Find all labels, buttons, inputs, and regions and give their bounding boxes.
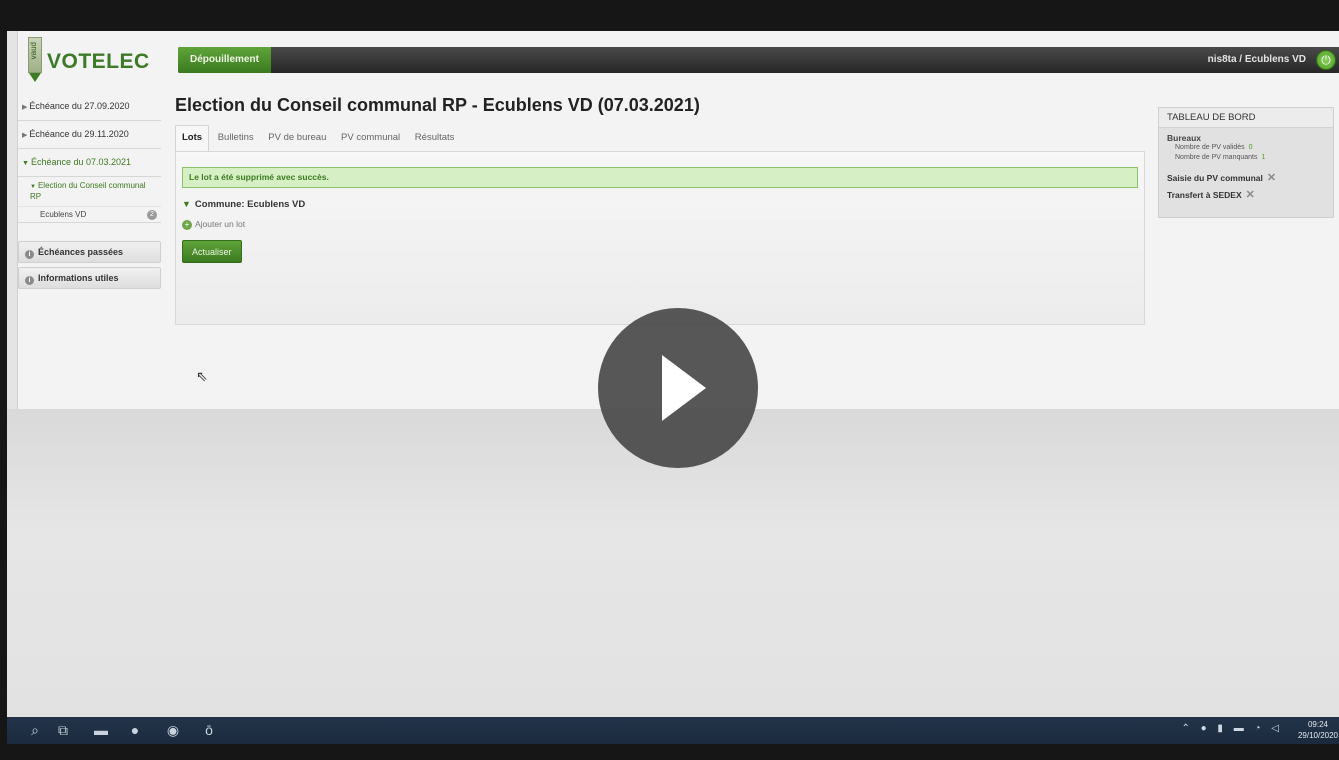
sidebar-subitem-label: Election du Conseil communal RP: [30, 181, 146, 201]
sidebar: ▶ Échéance du 27.09.2020 ▶ Échéance du 29.…: [18, 93, 161, 289]
user-info: nis8ta / Ecublens VD: [1207, 54, 1306, 65]
chevron-down-icon: ▼: [30, 184, 36, 190]
app-shield-icon[interactable]: ◉: [165, 722, 181, 739]
task-view-icon[interactable]: ⧉: [55, 722, 71, 739]
tab-lots[interactable]: Lots: [175, 125, 210, 151]
success-message: Le lot a été supprimé avec succès.: [182, 167, 1138, 188]
sidebar-item-label: Échéance du 07.03.2021: [30, 157, 132, 167]
vaud-logo-strip: vaud: [28, 37, 42, 73]
dashboard-row-valides: Nombre de PV validés 0: [1175, 143, 1333, 153]
taskbar-clock[interactable]: 09:24 29/10/2020: [1298, 719, 1338, 741]
dashboard-title: TABLEAU DE BORD: [1159, 108, 1333, 128]
dashboard-row-value: 0: [1248, 144, 1253, 151]
chevron-right-icon: ▶: [22, 132, 28, 139]
dashboard-section-title: Bureaux: [1167, 133, 1202, 143]
commune-label: Commune: Ecublens VD: [194, 199, 306, 210]
add-lot-label: Ajouter un lot: [195, 219, 246, 229]
tab-resultats[interactable]: Résultats: [409, 126, 461, 150]
tab-bar: Lots Bulletins PV de bureau PV communal …: [175, 125, 1145, 151]
sidebar-box-echeances-passees[interactable]: i Échéances passées: [18, 241, 161, 263]
page-title: Election du Conseil communal RP - Ecuble…: [175, 95, 700, 115]
cross-icon: ✕: [1245, 189, 1255, 201]
clock-time: 09:24: [1307, 720, 1328, 729]
dashboard-panel: TABLEAU DE BORD Bureaux Nombre de PV val…: [1158, 107, 1334, 218]
dashboard-link-saisie-pv[interactable]: Saisie du PV communal ✕: [1167, 171, 1333, 184]
dashboard-row-value: 1: [1261, 154, 1266, 161]
firefox-icon[interactable]: ●: [127, 722, 143, 739]
dashboard-link-transfert-sedex[interactable]: Transfert à SEDEX ✕: [1167, 188, 1333, 201]
clock-date: 29/10/2020: [1297, 731, 1338, 740]
add-lot-link[interactable]: + Ajouter un lot: [182, 219, 1138, 230]
info-icon: i: [25, 250, 34, 259]
sidebar-box-label: Informations utiles: [38, 273, 119, 283]
sidebar-leaf-ecublens[interactable]: Ecublens VD 2: [18, 207, 161, 223]
top-navbar: Dépouillement nis8ta / Ecublens VD ⏻: [178, 47, 1339, 73]
play-icon: [662, 355, 706, 421]
logo-arrow-icon: [29, 73, 41, 82]
tab-depouillement[interactable]: Dépouillement: [178, 47, 271, 73]
lots-panel: Le lot a été supprimé avec succès. ▼ Comm…: [175, 151, 1145, 325]
play-button[interactable]: [598, 308, 758, 468]
main-content: Election du Conseil communal RP - Ecuble…: [175, 95, 1145, 325]
sidebar-subitem-election[interactable]: ▼ Election du Conseil communal RP: [18, 177, 161, 207]
system-tray[interactable]: ⌃ ● ▮ ▬ ◔ ◁: [1181, 723, 1283, 734]
chevron-down-icon: ▼: [22, 160, 29, 167]
search-icon[interactable]: ⌕: [27, 722, 43, 739]
triangle-down-icon: ▼: [182, 199, 191, 209]
logo-text: VOTELEC: [47, 50, 150, 73]
tab-pv-communal[interactable]: PV communal: [335, 126, 406, 150]
sidebar-leaf-label: Ecublens VD: [40, 210, 87, 219]
app-icon[interactable]: ō: [201, 722, 217, 739]
tab-bulletins[interactable]: Bulletins: [212, 126, 260, 150]
screen: vaud VOTELEC Dépouillement nis8ta / Ecub…: [0, 0, 1339, 760]
mouse-cursor-icon: ⇖: [196, 368, 208, 384]
dashboard-row-label: Nombre de PV validés: [1175, 144, 1245, 151]
logo-strip-text: vaud: [29, 42, 38, 60]
sidebar-item-label: Échéance du 29.11.2020: [29, 129, 129, 139]
sidebar-item-echeance-07-03[interactable]: ▼ Échéance du 07.03.2021: [18, 149, 161, 177]
commune-toggle[interactable]: ▼ Commune: Ecublens VD: [182, 199, 1138, 210]
plus-icon: +: [182, 220, 192, 230]
cross-icon: ✕: [1266, 172, 1277, 184]
chevron-right-icon: ▶: [22, 104, 28, 111]
sidebar-item-echeance-29-11[interactable]: ▶ Échéance du 29.11.2020: [18, 121, 161, 149]
count-badge: 2: [147, 210, 157, 220]
power-icon[interactable]: ⏻: [1316, 50, 1336, 70]
windows-taskbar: ⌕ ⧉ ▬ ● ◉ ō ⌃ ● ▮ ▬ ◔ ◁ 09:24 29/10/2020: [7, 717, 1339, 744]
sidebar-item-echeance-27-09[interactable]: ▶ Échéance du 27.09.2020: [18, 93, 161, 121]
dashboard-row-label: Nombre de PV manquants: [1175, 154, 1258, 161]
info-icon: i: [25, 276, 34, 285]
sidebar-item-label: Échéance du 27.09.2020: [29, 101, 130, 111]
file-explorer-icon[interactable]: ▬: [93, 722, 109, 739]
sidebar-box-label: Échéances passées: [38, 247, 124, 257]
dashboard-link-label: Saisie du PV communal: [1167, 173, 1263, 183]
dashboard-link-label: Transfert à SEDEX: [1167, 190, 1242, 200]
votelec-logo[interactable]: vaud VOTELEC: [22, 37, 172, 87]
sidebar-box-informations-utiles[interactable]: i Informations utiles: [18, 267, 161, 289]
tab-pv-de-bureau[interactable]: PV de bureau: [262, 126, 332, 150]
dashboard-row-manquants: Nombre de PV manquants 1: [1175, 153, 1333, 163]
refresh-button[interactable]: Actualiser: [182, 240, 242, 263]
